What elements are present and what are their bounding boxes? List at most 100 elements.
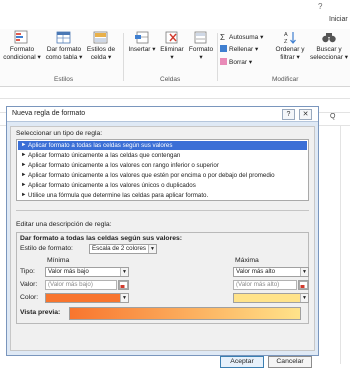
ribbon-home: Formato condicional ▾ Dar formato como t… [0,29,350,87]
accept-button[interactable]: Aceptar [220,356,264,368]
group-separator [217,33,218,81]
fill-label: Rellenar ▾ [229,46,259,53]
sign-in-link[interactable]: Iniciar [329,16,348,23]
max-color-picker[interactable]: ▼ [233,293,309,303]
fill-button[interactable]: Rellenar ▾ [220,45,258,54]
rule-type-text: Aplicar formato únicamente a los valores… [28,162,219,169]
dialog-title: Nueva regla de formato [12,110,86,117]
help-button[interactable]: ? [318,2,322,11]
chevron-down-icon: ▼ [148,245,156,253]
eraser-icon [220,58,227,65]
rule-type-item[interactable]: ► Aplicar formato únicamente a los valore… [18,161,307,170]
cell-styles-button[interactable]: Estilos de celda ▾ [85,30,117,62]
binoculars-icon [322,33,336,43]
rule-type-item[interactable]: ► Aplicar formato únicamente a los valore… [18,171,307,180]
find-select-button[interactable]: Buscar y seleccionar ▾ [309,30,349,62]
dialog-title-bar[interactable]: Nueva regla de formato ? ✕ [7,107,318,122]
rule-type-item[interactable]: ► Aplicar formato únicamente a los valore… [18,181,307,190]
maximum-header: Máxima [235,257,259,264]
max-range-picker-button[interactable] [298,280,309,290]
min-range-picker-button[interactable] [118,280,129,290]
format-icon [194,31,207,44]
min-color-picker[interactable]: ▼ [45,293,129,303]
clear-label: Borrar ▾ [229,59,253,66]
rule-description-panel: Dar formato a todas las celdas según sus… [16,232,309,324]
chevron-down-icon: ▼ [120,268,128,276]
cancel-button[interactable]: Cancelar [268,356,312,368]
min-type-select[interactable]: Valor más bajo ▼ [45,267,129,277]
delete-icon [165,31,178,44]
fill-down-icon [220,45,227,52]
max-value-placeholder: (Valor más alto) [236,281,280,288]
select-rule-type-label: Seleccionar un tipo de regla: [16,130,103,137]
format-style-value: Escala de 2 colores [92,245,146,252]
group-label-styles: Estilos [54,76,74,83]
format-style-select[interactable]: Escala de 2 colores ▼ [89,244,157,254]
group-separator [123,33,124,81]
rule-type-text: Aplicar formato únicamente a las celdas … [28,152,181,159]
arrow-right-icon: ► [21,152,27,158]
table-format-icon [56,31,71,44]
title-strip: ? Iniciar [0,0,350,29]
format-cells-button[interactable]: Formato ▾ [187,30,215,62]
sort-filter-button[interactable]: A Z Ordenar y filtrar ▾ [274,30,306,62]
chevron-down-icon: ▼ [300,268,308,276]
conditional-format-icon [14,30,28,44]
clear-button[interactable]: Borrar ▾ [220,58,252,67]
insert-label: Insertar ▾ [128,46,156,53]
value-label: Valor: [20,281,38,288]
dialog-close-button[interactable]: ✕ [299,109,312,120]
section-divider [16,210,309,211]
arrow-right-icon: ► [21,172,27,178]
dialog-help-button[interactable]: ? [282,109,295,120]
arrow-right-icon: ► [21,182,27,188]
description-heading: Dar formato a todas las celdas según sus… [20,235,183,242]
cell-styles-label: Estilos de celda ▾ [86,46,116,61]
arrow-right-icon: ► [21,192,27,198]
min-value-placeholder: (Valor más bajo) [48,281,93,288]
rule-type-text: Aplicar formato únicamente a los valores… [28,172,275,179]
svg-text:A: A [284,32,288,38]
min-value-input[interactable]: (Valor más bajo) [45,280,117,290]
conditional-format-button[interactable]: Formato condicional ▾ [2,30,42,62]
arrow-right-icon: ► [21,162,27,168]
rule-type-text: Aplicar formato a todas las celdas según… [28,142,173,149]
autosum-button[interactable]: Σ Autosuma ▾ [220,33,263,42]
rule-type-text: Utilice una fórmula que determine las ce… [28,192,209,199]
min-type-value: Valor más bajo [48,268,89,275]
new-format-rule-dialog: Nueva regla de formato ? ✕ Seleccionar u… [6,106,319,368]
sort-filter-label: Ordenar y filtrar ▾ [275,46,305,61]
format-style-label: Estilo de formato: [20,245,73,252]
delete-cells-button[interactable]: Eliminar ▾ [158,30,186,62]
arrow-right-icon: ► [21,142,27,148]
group-label-cells: Celdas [160,76,181,83]
insert-cells-button[interactable]: Insertar ▾ [127,30,157,54]
grid-line [340,125,341,364]
max-type-value: Valor más alto [236,268,276,275]
range-select-icon [119,281,128,289]
format-label: Formato ▾ [188,46,214,61]
color-label: Color: [20,294,39,301]
rule-type-item[interactable]: ► Aplicar formato únicamente a las celdas… [18,151,307,160]
chevron-down-icon: ▼ [120,294,128,302]
svg-text:Z: Z [284,39,288,45]
preview-label: Vista previa: [20,309,61,316]
rule-type-item[interactable]: ► Utilice una fórmula que determine las c… [18,191,307,200]
column-header-q[interactable]: Q [330,113,335,125]
rule-type-item[interactable]: ► Aplicar formato a todas las celdas segú… [18,141,307,150]
rule-type-list[interactable]: ► Aplicar formato a todas las celdas segú… [16,139,309,201]
delete-label: Eliminar ▾ [160,46,184,61]
format-as-table-button[interactable]: Dar formato como tabla ▾ [45,30,83,62]
max-value-input[interactable]: (Valor más alto) [233,280,297,290]
chevron-down-icon: ▼ [300,294,308,302]
find-select-label: Buscar y seleccionar ▾ [310,46,348,61]
edit-description-label: Editar una descripción de regla: [16,221,112,228]
conditional-format-label: Formato condicional ▾ [3,46,41,61]
rule-type-text: Aplicar formato únicamente a los valores… [28,182,196,189]
format-as-table-label: Dar formato como tabla ▾ [45,46,83,61]
range-select-icon [299,281,308,289]
sort-az-icon: A Z [284,32,296,45]
minimum-header: Mínima [47,257,70,264]
max-type-select[interactable]: Valor más alto ▼ [233,267,309,277]
grid-line [0,98,350,99]
